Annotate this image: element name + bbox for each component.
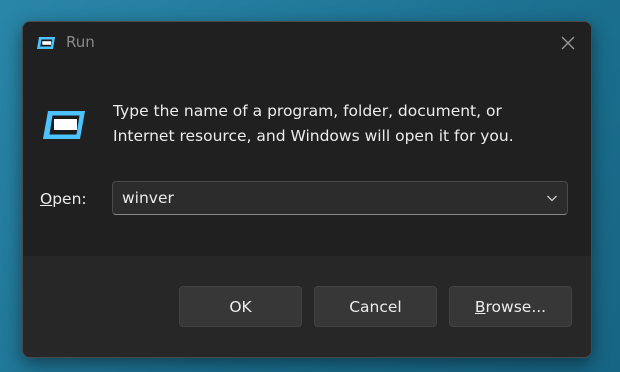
dialog-message: Type the name of a program, folder, docu…: [113, 102, 514, 145]
run-app-icon: [37, 37, 55, 49]
browse-button[interactable]: Browse...: [449, 286, 572, 327]
close-icon: [561, 36, 575, 50]
dialog-content: Type the name of a program, folder, docu…: [23, 64, 591, 256]
chevron-down-icon[interactable]: [543, 189, 561, 207]
open-combobox[interactable]: [112, 181, 568, 215]
browse-label: rowse...: [485, 297, 547, 316]
open-label: Open:: [40, 190, 87, 208]
run-dialog: Run Type the name of a program, folder, …: [22, 21, 592, 358]
cancel-button[interactable]: Cancel: [314, 286, 437, 327]
close-button[interactable]: [545, 22, 591, 64]
title-bar[interactable]: Run: [23, 22, 591, 64]
browse-accelerator: B: [474, 297, 486, 316]
dialog-footer: OK Cancel Browse...: [23, 256, 591, 357]
run-app-icon: [43, 111, 85, 139]
open-label-accelerator: O: [40, 190, 53, 208]
open-input[interactable]: [122, 187, 522, 209]
ok-button[interactable]: OK: [179, 286, 302, 327]
window-title: Run: [66, 33, 95, 51]
open-label-text: pen:: [52, 190, 87, 208]
